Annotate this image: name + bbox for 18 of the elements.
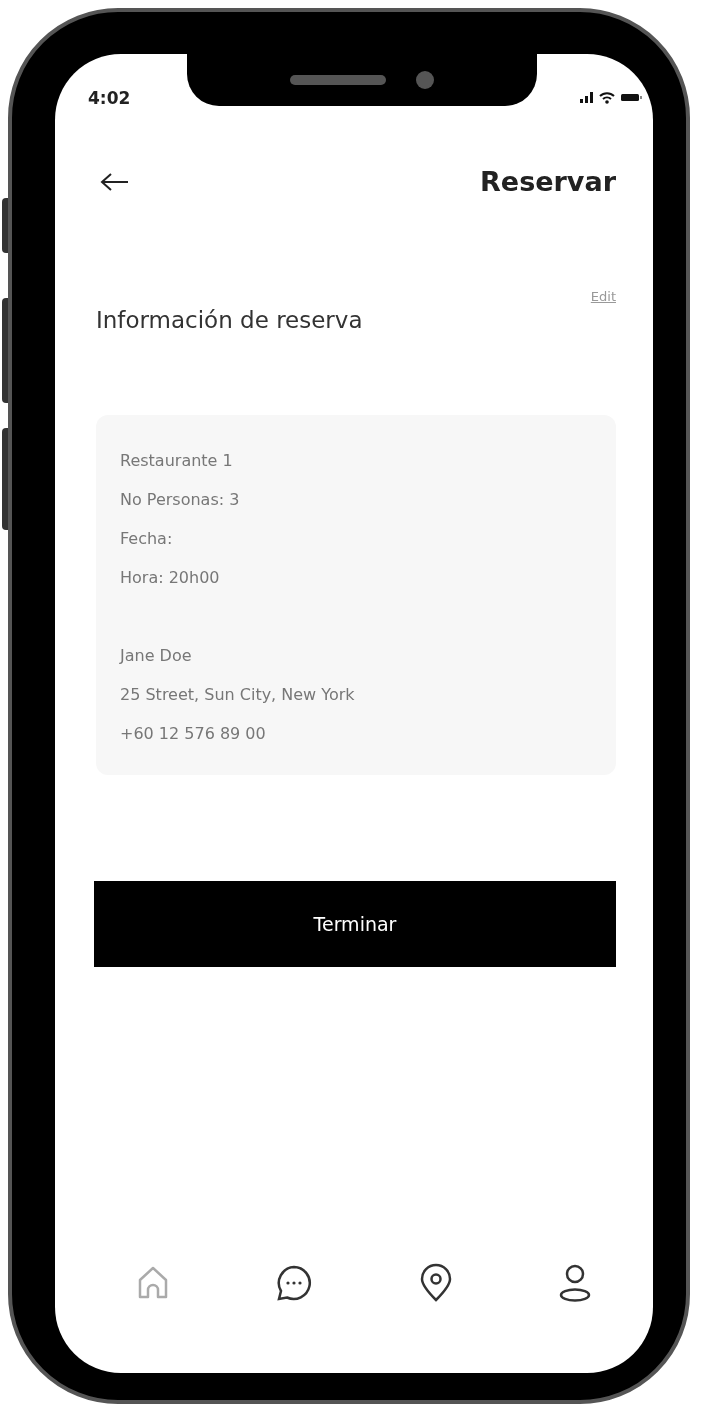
info-text: Hora: 20h00: [120, 567, 221, 589]
page-title: Reservar: [480, 166, 616, 197]
info-text: No Personas: 3: [120, 489, 241, 511]
signal-icon: [580, 92, 593, 104]
info-text: Restaurante 1: [120, 450, 234, 472]
back-arrow-icon[interactable]: [100, 171, 130, 192]
info-text: Fecha:: [120, 528, 174, 550]
info-text: +60 12 576 89 00: [120, 723, 267, 745]
battery-icon: [621, 94, 643, 102]
info-text: 25 Street, Sun City, New York: [120, 684, 356, 706]
profile-icon[interactable]: [558, 1263, 592, 1303]
location-pin-icon[interactable]: [418, 1263, 453, 1303]
chat-icon[interactable]: [275, 1264, 314, 1302]
info-text: Jane Doe: [120, 645, 193, 667]
section-title: Información de reserva: [96, 307, 363, 333]
wifi-icon: [599, 92, 615, 104]
finish-button[interactable]: Terminar: [94, 881, 616, 967]
status-time: 4:02: [88, 88, 131, 108]
